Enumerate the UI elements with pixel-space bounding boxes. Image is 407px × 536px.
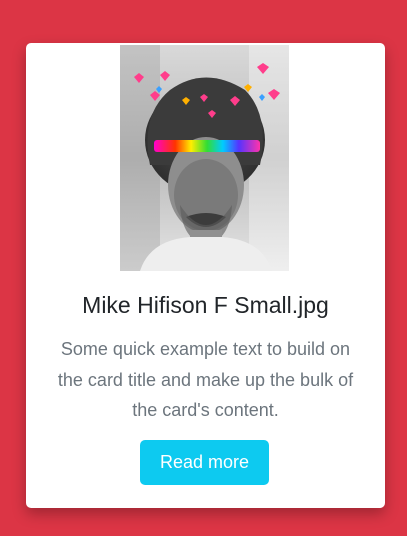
card-title: Mike Hifison F Small.jpg	[82, 292, 329, 318]
card-text: Some quick example text to build on the …	[57, 339, 354, 420]
portrait-photo-icon	[120, 45, 289, 271]
card: Mike Hifison F Small.jpg Some quick exam…	[26, 43, 385, 508]
read-more-button[interactable]: Read more	[140, 440, 269, 485]
